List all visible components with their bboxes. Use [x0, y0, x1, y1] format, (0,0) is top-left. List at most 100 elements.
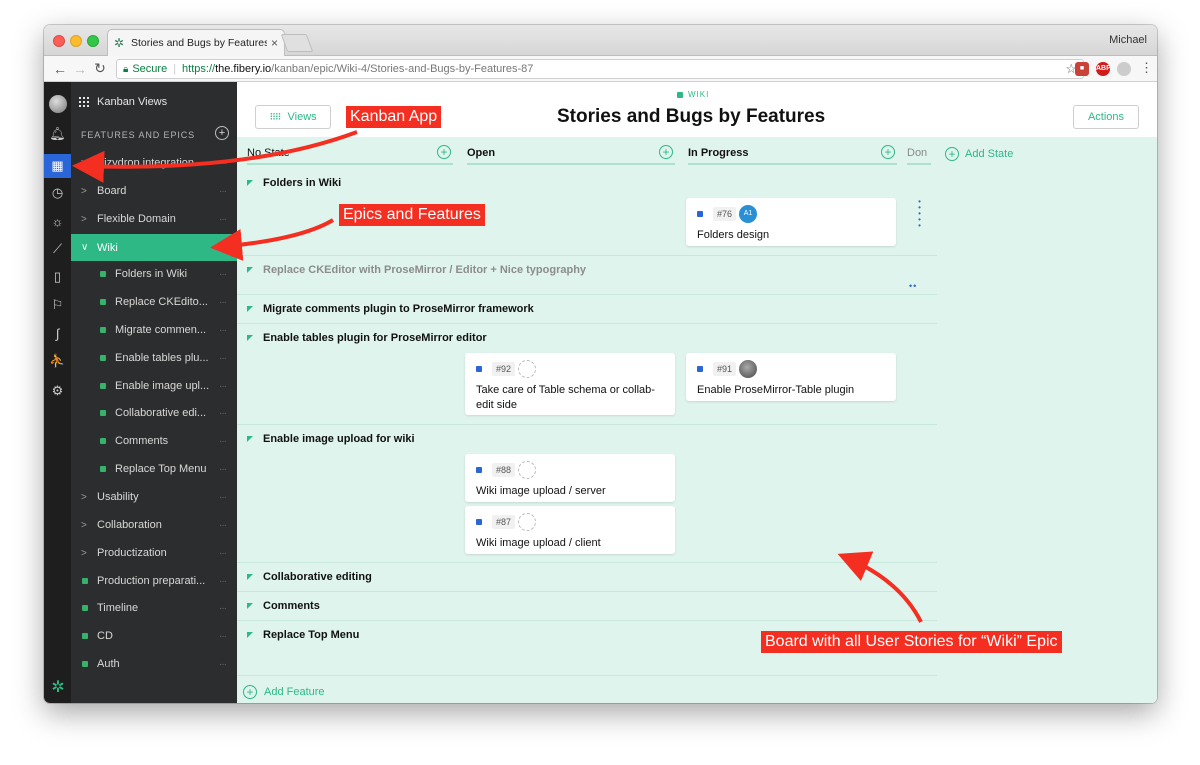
empty-assignee-avatar[interactable] [518, 461, 537, 479]
back-arrow-icon[interactable]: ← [50, 61, 70, 77]
new-tab-button[interactable] [280, 34, 314, 52]
vertical-scroll-dots-icon[interactable]: • • • • • [918, 198, 921, 230]
add-card-icon[interactable]: + [659, 145, 673, 159]
empty-assignee-avatar[interactable] [518, 513, 537, 531]
sun-icon[interactable]: ☼ [44, 209, 71, 233]
document-icon[interactable]: ▯ [44, 265, 71, 289]
assignee-avatar[interactable]: A1 [739, 205, 758, 223]
url-input[interactable]: 🔒︎ Secure | https:// the.fibery.io /kanb… [116, 59, 1084, 79]
browser-menu-icon[interactable]: ⋮ [1140, 60, 1153, 76]
more-icon[interactable]: ··· [219, 436, 233, 447]
more-icon[interactable]: ··· [219, 297, 233, 308]
more-icon[interactable]: ··· [219, 659, 233, 670]
collapse-triangle-icon[interactable] [247, 180, 253, 186]
more-icon[interactable]: ··· [219, 214, 233, 225]
sidebar-item-migrate-comments[interactable]: Migrate commen... ··· [71, 318, 237, 342]
adblock-extension-icon[interactable]: ABP [1096, 62, 1111, 76]
forward-arrow-icon[interactable]: → [70, 61, 90, 77]
tab-close-icon[interactable]: × [271, 36, 278, 50]
feature-row-header[interactable]: Enable image upload for wiki [247, 433, 415, 445]
chart-icon[interactable]: ⟋ [44, 237, 71, 261]
collapse-triangle-icon[interactable] [247, 267, 253, 273]
more-icon[interactable]: ··· [219, 381, 233, 392]
extension-1-icon[interactable]: ■ [1075, 62, 1089, 76]
feature-row-header[interactable]: Comments [247, 600, 320, 612]
feature-row-header[interactable]: Migrate comments plugin to ProseMirror f… [247, 303, 534, 315]
flag-icon[interactable]: ⚐ [44, 293, 71, 317]
sidebar-item-replace-ckeditor[interactable]: Replace CKEdito... ··· [71, 290, 237, 314]
sidebar-item-wiki[interactable]: ∨ Wiki ··· [71, 234, 237, 261]
sidebar-item-replace-top-menu[interactable]: Replace Top Menu ··· [71, 457, 237, 481]
sidebar-header[interactable]: Kanban Views [79, 96, 167, 108]
sidebar-item-timeline[interactable]: Timeline ··· [71, 596, 237, 620]
user-avatar[interactable] [49, 95, 67, 113]
more-icon[interactable]: ··· [219, 631, 233, 642]
sidebar-item-flexible-domain[interactable]: > Flexible Domain ··· [71, 207, 237, 231]
story-card[interactable]: #76 A1 Folders design [686, 198, 896, 246]
more-icon[interactable]: ··· [219, 548, 233, 559]
add-card-icon[interactable]: + [437, 145, 451, 159]
feature-row-header[interactable]: Enable tables plugin for ProseMirror edi… [247, 332, 487, 344]
collapse-triangle-icon[interactable] [247, 436, 253, 442]
column-header-in-progress[interactable]: In Progress + [688, 143, 897, 165]
collapse-triangle-icon[interactable] [247, 306, 253, 312]
sidebar-item-board[interactable]: > Board ··· [71, 179, 237, 203]
collapse-triangle-icon[interactable] [247, 574, 253, 580]
horizontal-dots-icon[interactable]: •• [909, 281, 917, 291]
story-card[interactable]: #88 Wiki image upload / server [465, 454, 675, 502]
kanban-app-icon[interactable]: ▦ [44, 154, 71, 178]
column-header-open[interactable]: Open + [467, 143, 675, 165]
feature-row-header[interactable]: Folders in Wiki [247, 177, 341, 189]
sidebar-item-auth[interactable]: Auth ··· [71, 652, 237, 676]
add-card-icon[interactable]: + [881, 145, 895, 159]
feature-row-header[interactable]: Replace CKEditor with ProseMirror / Edit… [247, 264, 586, 276]
more-icon[interactable]: ··· [219, 464, 233, 475]
more-icon[interactable]: ··· [219, 492, 233, 503]
runner-icon[interactable]: ⛹ [44, 349, 71, 373]
sidebar-item-cd[interactable]: CD ··· [71, 624, 237, 648]
feature-row-header[interactable]: Replace Top Menu [247, 629, 359, 641]
sidebar-item-enable-image-upload[interactable]: Enable image upl... ··· [71, 374, 237, 398]
maximize-window-button[interactable] [87, 35, 99, 47]
add-state-button[interactable]: + Add State [945, 147, 1013, 161]
route-icon[interactable]: ∫ [44, 321, 71, 345]
sidebar-item-production-preparation[interactable]: Production preparati... ··· [71, 569, 237, 593]
sidebar-item-vizydrop[interactable]: > Vizydrop integration ··· [71, 151, 237, 175]
sidebar-item-usability[interactable]: > Usability ··· [71, 485, 237, 509]
bell-icon[interactable]: 🔔︎ [44, 122, 71, 146]
more-icon[interactable]: ··· [219, 408, 233, 419]
add-epic-icon[interactable]: + [215, 126, 229, 140]
actions-button[interactable]: Actions [1073, 105, 1139, 129]
feature-row-header[interactable]: Collaborative editing [247, 571, 372, 583]
sidebar-item-enable-tables[interactable]: Enable tables plu... ··· [71, 346, 237, 370]
minimize-window-button[interactable] [70, 35, 82, 47]
sidebar-item-collaborative-editing[interactable]: Collaborative edi... ··· [71, 401, 237, 425]
assignee-avatar[interactable] [739, 360, 758, 378]
collapse-triangle-icon[interactable] [247, 632, 253, 638]
profile-name[interactable]: Michael [1109, 34, 1147, 46]
more-icon[interactable]: ··· [219, 186, 233, 197]
more-icon[interactable]: ··· [219, 269, 233, 280]
story-card[interactable]: #91 Enable ProseMirror-Table plugin [686, 353, 896, 401]
more-icon[interactable]: ··· [219, 520, 233, 531]
more-icon[interactable]: ··· [219, 158, 233, 169]
entity-tag[interactable]: WIKI [677, 90, 709, 99]
column-header-done[interactable]: Don [907, 143, 931, 165]
more-icon[interactable]: ··· [219, 325, 233, 336]
close-window-button[interactable] [53, 35, 65, 47]
more-icon[interactable]: ··· [219, 576, 233, 587]
sidebar-item-folders-in-wiki[interactable]: Folders in Wiki ··· [71, 262, 237, 286]
more-icon[interactable]: ··· [219, 603, 233, 614]
views-button[interactable]: ⠿⠿ Views [255, 105, 331, 129]
story-card[interactable]: #87 Wiki image upload / client [465, 506, 675, 554]
story-card[interactable]: #92 Take care of Table schema or collab-… [465, 353, 675, 415]
sidebar-item-comments[interactable]: Comments ··· [71, 429, 237, 453]
more-icon[interactable]: ··· [219, 353, 233, 364]
settings-gear-icon[interactable]: ⚙ [44, 379, 71, 403]
sidebar-item-collaboration[interactable]: > Collaboration ··· [71, 513, 237, 537]
fibery-logo-icon[interactable]: ✲ [49, 679, 67, 697]
collapse-triangle-icon[interactable] [247, 335, 253, 341]
column-header-no-state[interactable]: No State + [247, 143, 453, 165]
browser-tab[interactable]: ✲ Stories and Bugs by Features × [107, 29, 285, 56]
add-feature-button[interactable]: + Add Feature [243, 685, 325, 699]
